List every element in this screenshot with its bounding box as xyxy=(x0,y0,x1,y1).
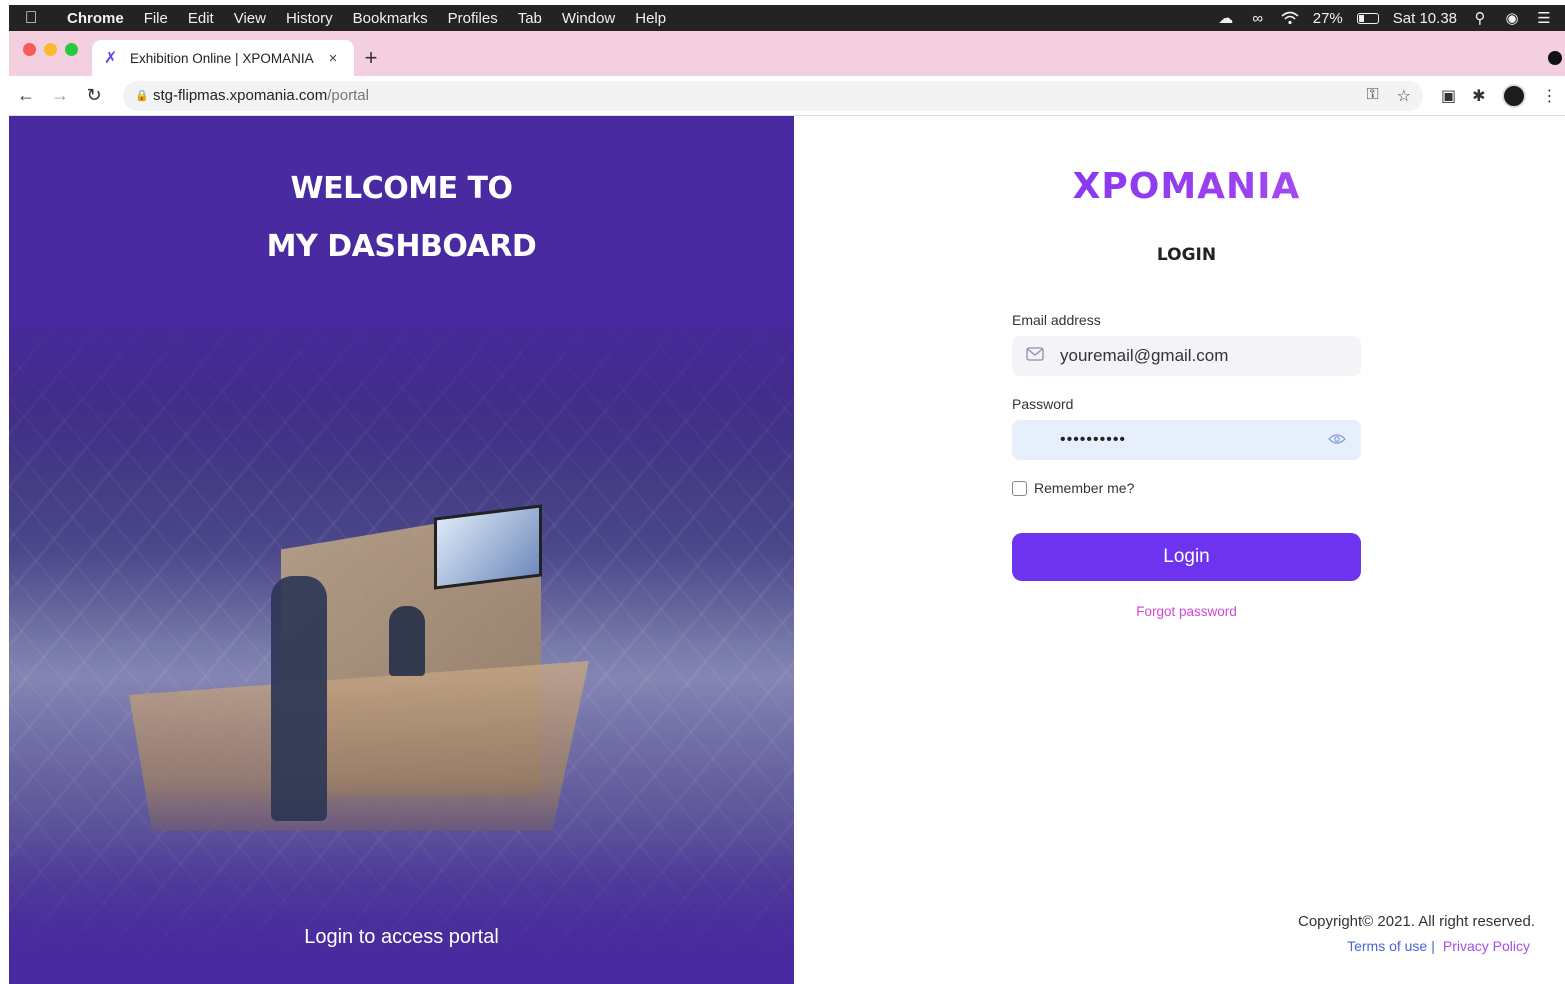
menu-help[interactable]: Help xyxy=(625,10,676,27)
tab-close-icon[interactable]: × xyxy=(324,50,342,67)
copyright-text: Copyright© 2021. All right reserved. xyxy=(1297,913,1535,930)
battery-icon[interactable] xyxy=(1356,12,1379,24)
email-value: youremail@gmail.com xyxy=(1060,346,1229,365)
menubar-clock[interactable]: Sat 10.38 xyxy=(1393,10,1457,27)
hero-title-line1: WELCOME TO xyxy=(290,171,513,206)
camera-extension-icon[interactable]: ▣ xyxy=(1441,86,1456,106)
apple-menu-icon[interactable]:  xyxy=(9,8,53,28)
menu-profiles[interactable]: Profiles xyxy=(438,10,508,27)
maximize-window-button[interactable] xyxy=(65,43,78,56)
macos-menu-bar:  Chrome File Edit View History Bookmark… xyxy=(9,5,1565,31)
lock-icon[interactable]: 🔒 xyxy=(135,89,153,102)
battery-percent: 27% xyxy=(1312,9,1343,27)
browser-toolbar: ← → ↻ 🔒 stg-flipmas.xpomania.com/portal … xyxy=(9,76,1565,116)
login-heading: LOGIN xyxy=(1156,245,1217,265)
profile-avatar[interactable] xyxy=(1501,83,1526,108)
active-tab[interactable]: ✗ Exhibition Online | XPOMANIA × xyxy=(92,40,354,76)
control-center-icon[interactable]: ☰ xyxy=(1535,10,1553,27)
menu-tab[interactable]: Tab xyxy=(508,10,552,27)
remember-me-label: Remember me? xyxy=(1034,480,1135,496)
back-arrow-icon[interactable]: ← xyxy=(9,85,43,106)
password-label: Password xyxy=(1012,396,1074,412)
hero-title-line2: MY DASHBOARD xyxy=(266,229,537,264)
menu-window[interactable]: Window xyxy=(552,10,625,27)
address-bar[interactable]: 🔒 stg-flipmas.xpomania.com/portal ⚿ ☆ xyxy=(123,80,1423,111)
footer-separator: | xyxy=(1431,938,1435,954)
hero-caption: Login to access portal xyxy=(304,926,499,948)
password-field[interactable]: •••••••••• xyxy=(1012,420,1361,460)
url-host: stg-flipmas.xpomania.com xyxy=(153,87,328,104)
show-password-eye-icon[interactable] xyxy=(1327,432,1347,448)
menu-history[interactable]: History xyxy=(276,10,343,27)
siri-icon[interactable]: ◉ xyxy=(1503,10,1521,27)
visitor-figure xyxy=(271,576,327,821)
wifi-icon[interactable] xyxy=(1281,10,1299,26)
toolbar-extensions: ▣ ✱ ⋮ xyxy=(1423,83,1558,108)
login-panel: XPOMANIA LOGIN Email address youremail@g… xyxy=(794,116,1565,984)
menu-view[interactable]: View xyxy=(224,10,276,27)
email-label: Email address xyxy=(1012,312,1101,328)
login-button[interactable]: Login xyxy=(1012,533,1361,581)
extensions-puzzle-icon[interactable]: ✱ xyxy=(1472,86,1485,106)
menu-bookmarks[interactable]: Bookmarks xyxy=(343,10,438,27)
privacy-policy-link[interactable]: Privacy Policy xyxy=(1439,938,1530,954)
password-value: •••••••••• xyxy=(1060,431,1127,448)
menu-file[interactable]: File xyxy=(134,10,178,27)
new-tab-button[interactable]: + xyxy=(354,40,388,76)
mail-icon xyxy=(1026,347,1048,365)
menubar-status-area: ☁ ∞ 27% Sat 10.38 ⚲ ◉ ☰ xyxy=(1217,9,1565,28)
terms-of-use-link[interactable]: Terms of use xyxy=(1347,938,1427,954)
remember-me-row[interactable]: Remember me? xyxy=(1012,480,1134,496)
close-window-button[interactable] xyxy=(23,43,36,56)
xpomania-favicon-icon: ✗ xyxy=(104,50,118,67)
xpomania-logo: XPOMANIA xyxy=(794,166,1565,207)
menu-app-name[interactable]: Chrome xyxy=(53,10,134,27)
tab-title: Exhibition Online | XPOMANIA xyxy=(130,50,314,66)
booth-screen-shape xyxy=(434,504,542,590)
reload-icon[interactable]: ↻ xyxy=(77,85,111,106)
email-field[interactable]: youremail@gmail.com xyxy=(1012,336,1361,376)
omnibox-actions: ⚿ ☆ xyxy=(1366,86,1411,106)
password-key-icon[interactable]: ⚿ xyxy=(1366,86,1378,106)
spotlight-search-icon[interactable]: ⚲ xyxy=(1471,10,1489,27)
receptionist-figure xyxy=(389,606,425,676)
window-controls xyxy=(9,43,92,76)
bookmark-star-icon[interactable]: ☆ xyxy=(1397,86,1411,106)
forgot-password-link[interactable]: Forgot password xyxy=(794,604,1565,619)
tab-search-icon[interactable] xyxy=(1548,51,1562,65)
remember-me-checkbox[interactable] xyxy=(1012,480,1027,496)
menu-edit[interactable]: Edit xyxy=(178,10,224,27)
browser-tab-strip: ✗ Exhibition Online | XPOMANIA × + xyxy=(9,31,1565,76)
hero-panel: WELCOME TO MY DASHBOARD Login to access … xyxy=(9,116,794,984)
chrome-menu-icon[interactable]: ⋮ xyxy=(1542,86,1558,106)
url-path: /portal xyxy=(327,87,369,104)
footer-links: Terms of use | Privacy Policy xyxy=(1347,938,1530,954)
forward-arrow-icon[interactable]: → xyxy=(43,85,77,106)
minimize-window-button[interactable] xyxy=(44,43,57,56)
infinity-icon[interactable]: ∞ xyxy=(1249,10,1267,27)
creative-cloud-icon[interactable]: ☁ xyxy=(1217,10,1235,27)
